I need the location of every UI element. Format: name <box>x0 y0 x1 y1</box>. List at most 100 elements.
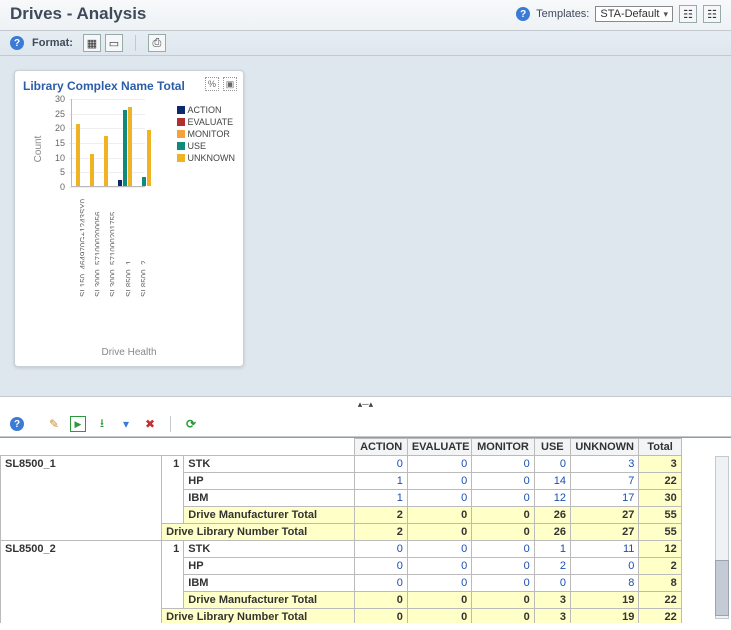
format-label: Format: <box>32 37 73 49</box>
mfr-cell: STK <box>184 541 355 558</box>
col-monitor[interactable]: MONITOR <box>472 439 534 456</box>
cell: 0 <box>407 592 471 609</box>
bar-group <box>90 154 94 186</box>
table-row: SL8500_11STK000033 <box>1 456 712 473</box>
category-label: SL8500_1 <box>125 199 130 297</box>
bar-group <box>104 136 108 186</box>
help-icon[interactable]: ? <box>516 7 530 21</box>
group-name: SL8500_1 <box>1 456 162 541</box>
help-icon-table[interactable]: ? <box>10 417 24 431</box>
cell: 0 <box>407 558 471 575</box>
layout-single-button[interactable]: ▭ <box>105 34 123 52</box>
manage-templates-button[interactable]: ☷ <box>703 5 721 23</box>
cell: 0 <box>407 490 471 507</box>
bar-use[interactable] <box>123 110 127 186</box>
col-use[interactable]: USE <box>534 439 570 456</box>
cell: 26 <box>534 524 570 541</box>
bar-unknown[interactable] <box>128 107 132 186</box>
cell: 0 <box>570 558 638 575</box>
layout-grid-button[interactable]: ▦ <box>83 34 101 52</box>
cell: 55 <box>639 524 681 541</box>
format-toolbar: ? Format: ▦ ▭ ⎙ <box>0 31 731 56</box>
mfr-cell: HP <box>184 473 355 490</box>
col-action[interactable]: ACTION <box>355 439 407 456</box>
cell: 0 <box>407 575 471 592</box>
category-label: SL150_464970G+1243SY0 <box>79 199 84 297</box>
chart-x-label: Drive Health <box>23 347 235 358</box>
cell: 11 <box>570 541 638 558</box>
group-number: 1 <box>162 541 184 609</box>
cell: 27 <box>570 507 638 524</box>
cell: 3 <box>534 609 570 624</box>
refresh-icon[interactable]: ⟳ <box>183 416 199 432</box>
cell: 14 <box>534 473 570 490</box>
edit-icon[interactable]: ✎ <box>46 416 62 432</box>
cell: 2 <box>639 558 681 575</box>
cell: 7 <box>570 473 638 490</box>
scrollbar-thumb[interactable] <box>715 560 729 616</box>
cell: 0 <box>407 456 471 473</box>
cell: 0 <box>355 456 407 473</box>
legend-item: USE <box>177 141 236 151</box>
run-icon[interactable]: ▶ <box>70 416 86 432</box>
cell: 0 <box>472 541 534 558</box>
chevron-down-icon: ▾ <box>663 9 668 20</box>
col-total[interactable]: Total <box>639 439 681 456</box>
chart-maximize-icon[interactable]: ▣ <box>223 77 237 91</box>
group-name: SL8500_2 <box>1 541 162 624</box>
help-icon-toolbar[interactable]: ? <box>10 36 24 50</box>
cell: 0 <box>472 575 534 592</box>
cell: 0 <box>355 558 407 575</box>
cell: 19 <box>570 592 638 609</box>
lib-total-label: Drive Library Number Total <box>162 609 355 624</box>
print-button[interactable]: ⎙ <box>148 34 166 52</box>
template-select[interactable]: STA-Default ▾ <box>595 6 673 22</box>
chart-detach-icon[interactable]: % <box>205 77 219 91</box>
save-template-button[interactable]: ☷ <box>679 5 697 23</box>
cell: 0 <box>407 541 471 558</box>
page-header: Drives - Analysis ? Templates: STA-Defau… <box>0 0 731 31</box>
mfr-cell: IBM <box>184 575 355 592</box>
cell: 22 <box>639 592 681 609</box>
bar-action[interactable] <box>118 180 122 186</box>
table-row: SL8500_21STK00011112 <box>1 541 712 558</box>
templates-label: Templates: <box>536 8 589 20</box>
cell: 0 <box>472 456 534 473</box>
cell: 3 <box>534 592 570 609</box>
cell: 22 <box>639 473 681 490</box>
category-label: SL8500_2 <box>140 199 145 297</box>
filter-icon[interactable]: ▾ <box>118 416 134 432</box>
cell: 55 <box>639 507 681 524</box>
bar-group <box>118 107 132 186</box>
clear-filter-icon[interactable]: ✖ <box>142 416 158 432</box>
bar-unknown[interactable] <box>76 124 80 186</box>
col-evaluate[interactable]: EVALUATE <box>407 439 471 456</box>
chart-panel: % ▣ Library Complex Name Total Count 051… <box>14 70 244 367</box>
col-unknown[interactable]: UNKNOWN <box>570 439 638 456</box>
cell: 0 <box>472 592 534 609</box>
legend-item: EVALUATE <box>177 117 236 127</box>
cell: 3 <box>639 456 681 473</box>
bar-unknown[interactable] <box>90 154 94 186</box>
cell: 0 <box>355 609 407 624</box>
cell: 0 <box>472 609 534 624</box>
bar-use[interactable] <box>142 177 146 186</box>
bar-unknown[interactable] <box>104 136 108 186</box>
cell: 0 <box>355 575 407 592</box>
cell: 2 <box>355 507 407 524</box>
legend-item: ACTION <box>177 105 236 115</box>
mfr-cell: IBM <box>184 490 355 507</box>
cell: 0 <box>355 592 407 609</box>
cell: 0 <box>407 609 471 624</box>
chart-canvas: % ▣ Library Complex Name Total Count 051… <box>0 56 731 396</box>
legend-item: MONITOR <box>177 129 236 139</box>
export-icon[interactable]: ⭳ <box>94 416 110 432</box>
cell: 2 <box>355 524 407 541</box>
table-header-row: ACTION EVALUATE MONITOR USE UNKNOWN Tota… <box>1 439 712 456</box>
template-selected: STA-Default <box>600 8 659 20</box>
collapse-handle[interactable]: ▴─▴ <box>0 396 731 412</box>
cell: 0 <box>407 507 471 524</box>
cell: 17 <box>570 490 638 507</box>
bar-unknown[interactable] <box>147 130 151 186</box>
page-title: Drives - Analysis <box>10 4 146 24</box>
